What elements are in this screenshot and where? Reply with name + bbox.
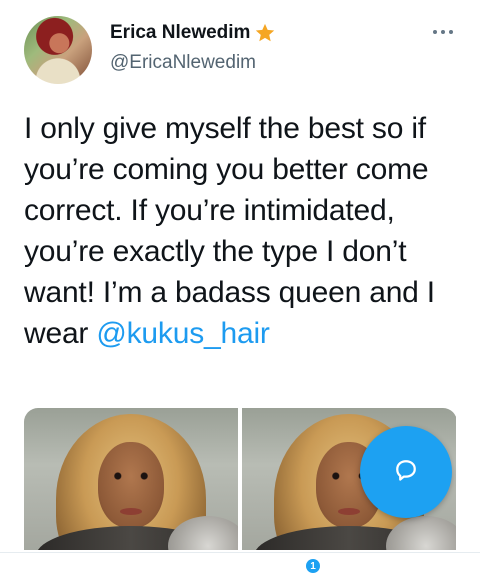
- author-name-row: Erica Nlewedim: [110, 22, 276, 44]
- tweet-text: I only give myself the best so if you’re…: [24, 108, 464, 354]
- more-icon: [433, 30, 437, 34]
- avatar[interactable]: [24, 16, 92, 84]
- author-handle[interactable]: @EricaNlewedim: [110, 52, 256, 74]
- star-icon: [254, 22, 276, 44]
- more-icon: [449, 30, 453, 34]
- bottom-nav-divider: [0, 552, 480, 553]
- more-options-button[interactable]: [428, 22, 458, 42]
- more-icon: [441, 30, 445, 34]
- author-display-name[interactable]: Erica Nlewedim: [110, 22, 250, 44]
- reply-icon: [391, 455, 421, 490]
- reply-fab-button[interactable]: [360, 426, 452, 518]
- tweet-photo-1[interactable]: [24, 408, 238, 550]
- notification-badge[interactable]: 1: [306, 559, 320, 573]
- tweet-body: I only give myself the best so if you’re…: [24, 112, 435, 350]
- mention-link[interactable]: @kukus_hair: [96, 317, 270, 350]
